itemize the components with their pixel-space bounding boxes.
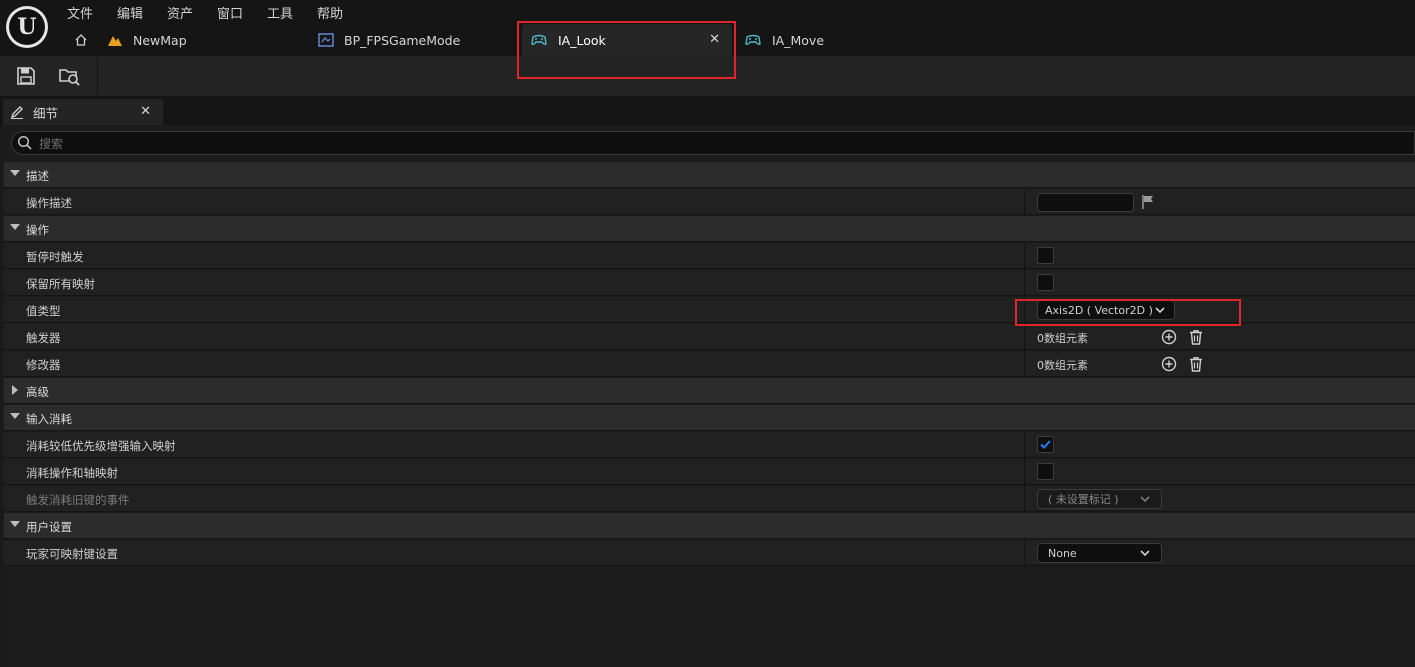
close-icon[interactable]: ✕ — [140, 104, 151, 119]
category-title: 操作 — [26, 223, 49, 237]
checkmark-icon — [1040, 440, 1051, 449]
category-advanced[interactable]: 高级 — [4, 378, 1415, 404]
collapse-arrow-icon — [10, 224, 20, 230]
property-trigger-when-paused: 暂停时触发 — [4, 243, 1415, 269]
highlight-box-tab — [517, 21, 736, 79]
property-consume-action-axis: 消耗操作和轴映射 — [4, 459, 1415, 485]
details-tab[interactable]: 细节 ✕ — [3, 99, 163, 125]
collapse-arrow-icon — [10, 521, 20, 527]
tab-label: NewMap — [133, 32, 187, 48]
trigger-legacy-dropdown[interactable]: ( 未设置标记 ) — [1037, 489, 1162, 509]
menu-file[interactable]: 文件 — [67, 3, 93, 22]
category-input-consumption[interactable]: 输入消耗 — [4, 405, 1415, 431]
home-icon — [75, 34, 87, 46]
dropdown-value: ( 未设置标记 ) — [1048, 493, 1119, 506]
blueprint-icon — [318, 33, 334, 47]
consume-action-axis-checkbox[interactable] — [1037, 463, 1054, 480]
home-tab[interactable] — [74, 24, 98, 56]
property-consume-lower-priority: 消耗较低优先级增强输入映射 — [4, 432, 1415, 458]
category-title: 输入消耗 — [26, 412, 72, 426]
property-label: 触发消耗旧键的事件 — [26, 493, 130, 507]
property-player-mappable-key: 玩家可映射键设置 None — [4, 540, 1415, 566]
details-tab-label: 细节 — [33, 105, 59, 121]
property-triggers: 触发器 0数组元素 — [4, 324, 1415, 350]
toolbar-divider — [97, 58, 98, 94]
property-reserve-all-mappings: 保留所有映射 — [4, 270, 1415, 296]
menu-assets[interactable]: 资产 — [167, 3, 193, 22]
collapse-arrow-icon — [10, 170, 20, 176]
chevron-down-icon — [1140, 550, 1150, 557]
menu-edit[interactable]: 编辑 — [117, 3, 143, 22]
category-action[interactable]: 操作 — [4, 216, 1415, 242]
trash-icon[interactable] — [1188, 356, 1204, 372]
property-trigger-legacy-events: 触发消耗旧键的事件 ( 未设置标记 ) — [4, 486, 1415, 512]
highlight-box-value-type — [1015, 299, 1241, 326]
menu-tools[interactable]: 工具 — [267, 3, 293, 22]
search-placeholder: 搜索 — [39, 137, 64, 151]
dropdown-value: None — [1048, 546, 1077, 560]
array-count: 0数组元素 — [1037, 332, 1088, 345]
browse-folder-icon — [59, 69, 80, 86]
property-label: 保留所有映射 — [26, 277, 95, 291]
category-title: 高级 — [26, 385, 49, 399]
input-action-icon — [745, 34, 761, 45]
property-label: 消耗操作和轴映射 — [26, 466, 118, 480]
category-user-settings[interactable]: 用户设置 — [4, 513, 1415, 539]
property-modifiers: 修改器 0数组元素 — [4, 351, 1415, 377]
player-mappable-dropdown[interactable]: None — [1037, 543, 1162, 563]
edit-pencil-icon — [10, 106, 23, 119]
tab-newmap[interactable]: NewMap — [107, 24, 187, 56]
property-label: 值类型 — [26, 304, 61, 318]
tab-ia-move[interactable]: IA_Move — [744, 24, 824, 56]
array-count: 0数组元素 — [1037, 359, 1088, 372]
property-label: 操作描述 — [26, 196, 72, 210]
browse-button[interactable] — [58, 65, 82, 90]
category-title: 描述 — [26, 169, 49, 183]
tab-gamemode[interactable]: BP_FPSGameMode — [318, 24, 460, 56]
property-label: 暂停时触发 — [26, 250, 84, 264]
flag-icon[interactable] — [1141, 194, 1155, 210]
consume-lower-priority-checkbox[interactable] — [1037, 436, 1054, 453]
category-title: 用户设置 — [26, 520, 72, 534]
reserve-all-mappings-checkbox[interactable] — [1037, 274, 1054, 291]
add-element-icon[interactable] — [1161, 329, 1177, 345]
tab-label: BP_FPSGameMode — [344, 32, 461, 48]
chevron-down-icon — [1140, 496, 1150, 503]
property-label: 玩家可映射键设置 — [26, 547, 118, 561]
menu-window[interactable]: 窗口 — [217, 3, 243, 22]
action-description-input[interactable] — [1037, 193, 1134, 212]
save-icon — [17, 67, 35, 85]
search-icon — [17, 135, 32, 150]
expand-arrow-icon — [12, 385, 18, 395]
trash-icon[interactable] — [1188, 329, 1204, 345]
map-icon — [108, 36, 122, 46]
add-element-icon[interactable] — [1161, 356, 1177, 372]
save-button[interactable] — [16, 66, 36, 89]
property-label: 修改器 — [26, 358, 61, 372]
menu-help[interactable]: 帮助 — [317, 3, 343, 22]
panel-tab-bar — [0, 96, 1415, 125]
property-action-description: 操作描述 — [4, 189, 1415, 215]
property-label: 消耗较低优先级增强输入映射 — [26, 439, 176, 453]
search-input[interactable] — [11, 131, 1415, 155]
trigger-when-paused-checkbox[interactable] — [1037, 247, 1054, 264]
category-description[interactable]: 描述 — [4, 162, 1415, 188]
collapse-arrow-icon — [10, 413, 20, 419]
unreal-logo-icon[interactable]: U — [6, 6, 48, 48]
tab-label: IA_Move — [772, 32, 825, 48]
property-label: 触发器 — [26, 331, 61, 345]
